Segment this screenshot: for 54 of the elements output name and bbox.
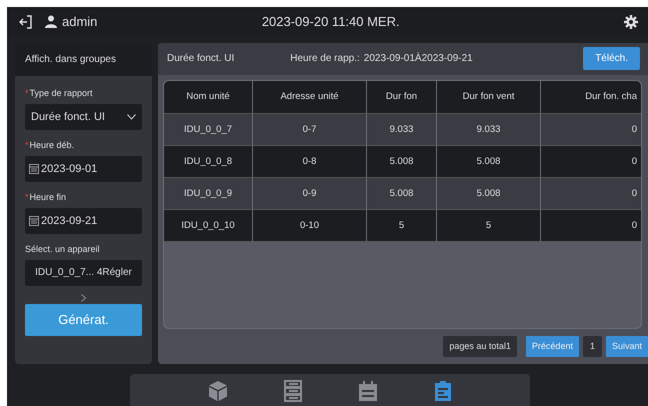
field-label: Heure fin — [30, 192, 66, 202]
date-field[interactable]: 2023-09-21 — [25, 208, 142, 234]
chevron-down-icon — [127, 114, 136, 120]
column-header: Adresse unité — [253, 80, 367, 114]
server-stack-icon[interactable] — [282, 380, 304, 402]
column-header: Dur fon — [367, 80, 437, 114]
logout-icon[interactable] — [19, 14, 33, 29]
page-total: pages au total1 — [443, 336, 517, 357]
report-title: Durée fonct. UI — [167, 53, 234, 64]
table-cell: 5.008 — [437, 178, 541, 210]
table-cell: 0-10 — [253, 210, 367, 242]
required-mark: * — [25, 88, 29, 98]
table-cell: 5.008 — [367, 146, 437, 178]
field-label: Sélect. un appareil — [25, 244, 100, 254]
table-cell: IDU_0_0_8 — [164, 146, 253, 178]
table-cell: 5 — [367, 210, 437, 242]
table-cell: 0-8 — [253, 146, 367, 178]
report-type-select[interactable]: Durée fonct. UI — [25, 104, 142, 130]
device-field[interactable]: IDU_0_0_7... 4Régler — [25, 260, 142, 286]
table-cell: 0-7 — [253, 114, 367, 146]
table-cell: IDU_0_0_9 — [164, 178, 253, 210]
username: admin — [62, 14, 98, 30]
table-cell: 0 — [541, 114, 641, 146]
chevron-right-icon — [81, 294, 86, 302]
date-field[interactable]: 2023-09-01 — [25, 156, 142, 182]
calendar-icon — [29, 164, 39, 174]
sidebar-title: Affich. dans groupes — [15, 42, 152, 76]
table-cell: 5.008 — [367, 178, 437, 210]
settings-icon[interactable] — [624, 14, 638, 29]
column-header: Dur fon. cha — [541, 80, 641, 114]
table-cell: 5.008 — [437, 146, 541, 178]
user-icon — [45, 15, 57, 28]
column-header: Nom unité — [164, 80, 253, 114]
calendar-icon[interactable] — [356, 380, 378, 402]
field-label: Type de rapport — [30, 88, 93, 98]
datetime: 2023-09-20 11:40 MER. — [260, 14, 401, 30]
table-cell: IDU_0_0_7 — [164, 114, 253, 146]
table-cell: 0 — [541, 210, 641, 242]
table-cell: 0 — [541, 146, 641, 178]
field-label: Heure déb. — [30, 140, 74, 150]
calendar-icon — [29, 216, 39, 226]
table-cell: IDU_0_0_10 — [164, 210, 253, 242]
required-mark: * — [25, 192, 29, 202]
period-value: 2023-09-01À2023-09-21 — [364, 53, 473, 64]
period-label: Heure de rapp.: — [290, 53, 360, 64]
column-header: Dur fon vent — [437, 80, 541, 114]
table-cell: 5 — [437, 210, 541, 242]
table-cell: 9.033 — [367, 114, 437, 146]
table-cell: 9.033 — [437, 114, 541, 146]
page-number[interactable]: 1 — [582, 336, 602, 357]
required-mark: * — [25, 140, 29, 150]
cube-icon[interactable] — [206, 380, 228, 402]
table-cell: 0-9 — [253, 178, 367, 210]
table-cell: 0 — [541, 178, 641, 210]
